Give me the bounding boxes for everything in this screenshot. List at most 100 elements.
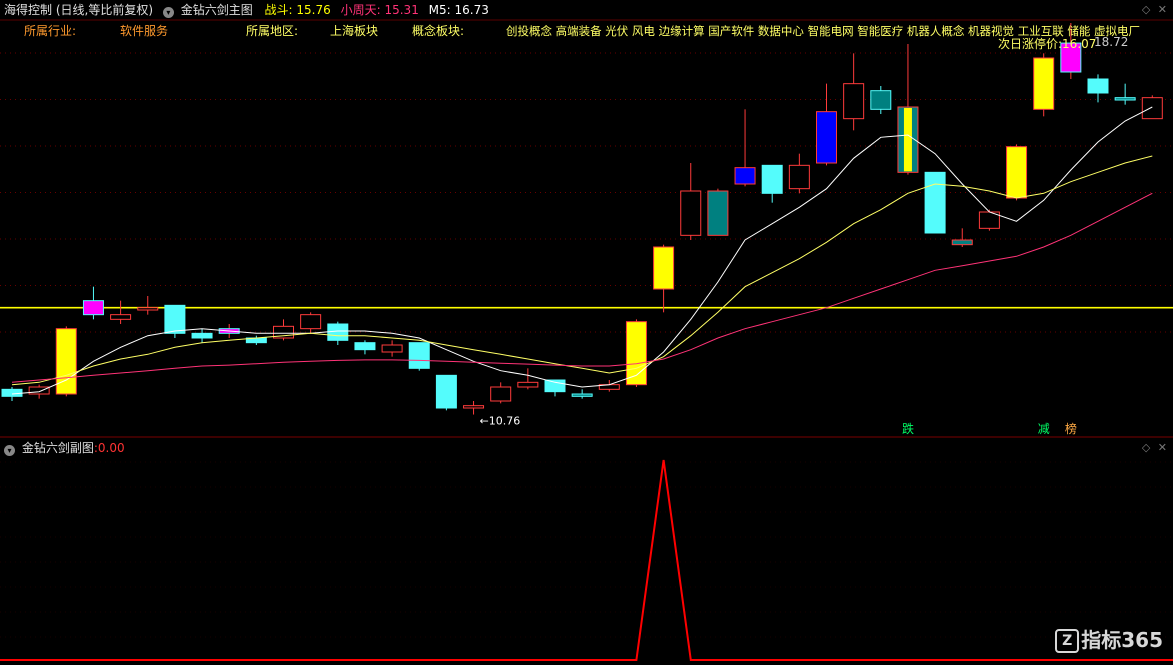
candle-body: [707, 190, 729, 236]
candle-body: [870, 90, 892, 110]
next-limit-value: 16.07: [1062, 37, 1097, 51]
zhandou-label: 战斗:: [264, 3, 293, 17]
candle: [625, 319, 647, 387]
indicator-toggle-icon[interactable]: ▾: [162, 7, 174, 18]
candle-body: [137, 307, 159, 311]
m5-label: M5:: [428, 3, 451, 17]
candle: [137, 296, 159, 315]
candle: [816, 83, 837, 166]
candle: [381, 340, 403, 357]
candle: [490, 382, 512, 404]
candle: [55, 326, 77, 397]
signal-label: 榜: [1065, 421, 1077, 436]
xiaozhoutian-label: 小周天:: [340, 3, 381, 17]
candle-body: [680, 190, 702, 236]
ma-white-line: [11, 106, 1153, 395]
candle-body: [408, 342, 430, 369]
candle: [1087, 74, 1109, 103]
high-price-label: 18.72: [1094, 35, 1129, 49]
sub-close-icon[interactable]: ✕: [1158, 441, 1167, 454]
candle: [1033, 53, 1055, 117]
industry-value[interactable]: 软件服务: [120, 24, 168, 38]
signal-label: 跌: [902, 421, 914, 436]
industry-label: 所属行业:: [24, 24, 77, 38]
sub-chart[interactable]: [0, 459, 1173, 661]
maximize-icon[interactable]: ◇: [1142, 3, 1150, 16]
candle-body: [110, 314, 132, 320]
brand-name: 指标365: [1081, 628, 1163, 652]
candle-core: [741, 168, 750, 183]
concept-list[interactable]: 创投概念 高端装备 光伏 风电 边缘计算 国产软件 数据中心 智能电网 智能医疗…: [506, 24, 1140, 38]
chart-mode: (日线,等比前复权): [55, 3, 154, 17]
candle: [273, 319, 294, 341]
candle-body: [517, 381, 539, 388]
sub-title[interactable]: 金钻六剑副图: [22, 441, 94, 455]
panel-controls: ◇ ✕: [1142, 3, 1167, 16]
candle: [517, 368, 539, 390]
candle-body: [1114, 97, 1136, 101]
industry-cell: 软件服务: [120, 24, 168, 38]
candle: [300, 312, 322, 334]
candle: [761, 164, 783, 203]
candle: [734, 109, 756, 187]
next-limit-cell: 次日涨停价:16.07: [998, 37, 1096, 51]
candle-body: [761, 164, 783, 194]
candle: [571, 389, 593, 399]
candle-body: [544, 379, 566, 393]
candle-body: [381, 344, 403, 353]
candle-core: [903, 108, 912, 172]
main-indicator-name[interactable]: 金钻六剑主图: [181, 3, 253, 17]
signal-label: 减: [1038, 422, 1050, 436]
low-price-label: ←10.76: [480, 415, 521, 428]
candle: [327, 321, 349, 345]
candle-body: [327, 323, 349, 341]
region-cell: 上海板块: [330, 24, 378, 38]
candle: [191, 328, 213, 343]
candlestick-series[interactable]: [1, 23, 1163, 415]
close-icon[interactable]: ✕: [1158, 3, 1167, 16]
candle: [435, 374, 457, 411]
concept-cell: 创投概念 高端装备 光伏 风电 边缘计算 国产软件 数据中心 智能电网 智能医疗…: [506, 24, 1140, 38]
candle-body: [463, 405, 485, 409]
candle: [978, 209, 1000, 231]
region-label-cell: 所属地区:: [246, 24, 298, 38]
candle: [707, 188, 729, 236]
candle-body: [788, 164, 810, 190]
candle: [897, 44, 919, 175]
candle: [843, 53, 865, 131]
candle-body: [191, 332, 213, 339]
candle: [870, 86, 892, 114]
candle: [164, 304, 186, 338]
candle-core: [632, 322, 641, 384]
candle-body: [1, 388, 23, 397]
candle-core: [1039, 59, 1048, 109]
concept-label: 概念板块:: [412, 24, 465, 38]
candle-body: [300, 314, 322, 330]
region-label: 所属地区:: [246, 24, 299, 38]
stock-name[interactable]: 海得控制: [4, 3, 52, 17]
sub-toggle-icon[interactable]: ▾: [4, 445, 15, 456]
candle: [82, 286, 104, 320]
sub-panel-controls: ◇ ✕: [1142, 441, 1167, 454]
region-value[interactable]: 上海板块: [330, 24, 378, 38]
candle-body: [843, 83, 865, 120]
brand-icon: Z: [1055, 629, 1080, 653]
sub-maximize-icon[interactable]: ◇: [1142, 441, 1150, 454]
candle: [924, 171, 946, 234]
candle: [1006, 144, 1028, 201]
candle: [408, 342, 430, 371]
high-price-cell: 18.72: [1094, 35, 1128, 49]
chart-annotations: ←10.76 跌 减 榜: [480, 415, 1077, 436]
candle-body: [571, 393, 593, 397]
candle-core: [62, 329, 71, 393]
candle-body: [435, 374, 457, 409]
candle-body: [28, 386, 50, 395]
m5-value: 16.73: [454, 3, 489, 17]
candle: [653, 244, 675, 313]
candle: [110, 300, 132, 324]
candle-body: [924, 171, 946, 234]
chart-stage: ←10.76 跌 减 榜: [0, 19, 1173, 661]
xiaozhoutian-value: 15.31: [384, 3, 419, 17]
candle-body: [951, 239, 973, 246]
concept-label-cell: 概念板块:: [412, 24, 464, 38]
